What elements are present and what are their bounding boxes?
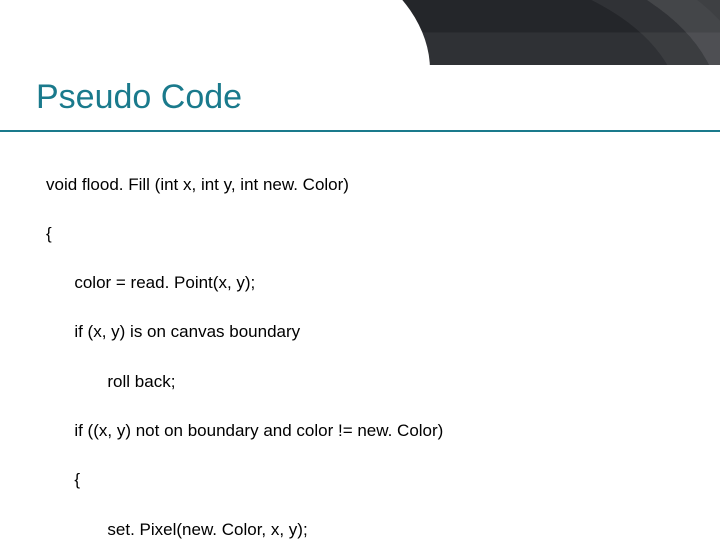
code-line: roll back; [46, 370, 443, 395]
pseudocode-block: void flood. Fill (int x, int y, int new.… [46, 148, 443, 540]
code-line: color = read. Point(x, y); [46, 271, 443, 296]
divider [0, 130, 720, 132]
code-line: if ((x, y) not on boundary and color != … [46, 419, 443, 444]
code-line: if (x, y) is on canvas boundary [46, 320, 443, 345]
code-line: void flood. Fill (int x, int y, int new.… [46, 173, 443, 198]
slide-title: Pseudo Code [36, 78, 242, 117]
code-line: { [46, 222, 443, 247]
code-line: set. Pixel(new. Color, x, y); [46, 518, 443, 540]
code-line: { [46, 468, 443, 493]
